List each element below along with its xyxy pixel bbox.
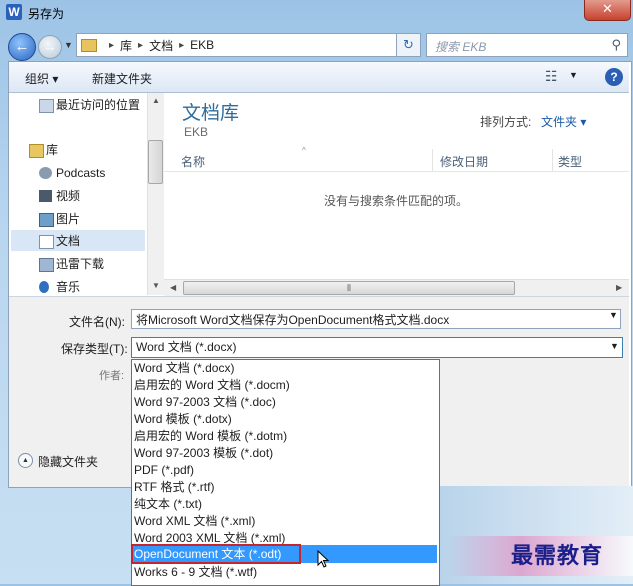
type-option[interactable]: Word XML 文档 (*.xml): [134, 513, 255, 530]
recent-pages-dropdown-icon[interactable]: ▼: [64, 40, 73, 50]
breadcrumb-separator-icon[interactable]: ▸: [109, 40, 114, 51]
sidebar-item-library[interactable]: 库: [29, 140, 59, 160]
nav-scrollbar[interactable]: ▲ ▼: [147, 93, 164, 295]
library-icon: [29, 144, 44, 158]
breadcrumb-separator-icon[interactable]: ▸: [138, 40, 143, 51]
search-icon[interactable]: ⚲: [611, 37, 621, 53]
author-label: 作者:: [99, 370, 125, 382]
back-button[interactable]: ←: [8, 33, 36, 61]
sidebar-item-label: 图片: [56, 212, 81, 226]
sidebar-item-label: Podcasts: [56, 166, 106, 180]
sidebar-item-label: 文档: [56, 234, 81, 248]
command-bar: 组织 ▾ 新建文件夹 ☷ ▼ ?: [9, 62, 629, 93]
sidebar-item-videos[interactable]: 视频: [39, 186, 81, 206]
search-placeholder: 搜索 EKB: [435, 40, 487, 54]
sidebar-item-pictures[interactable]: 图片: [39, 209, 81, 229]
column-divider[interactable]: [552, 149, 553, 171]
filename-label: 文件名(N):: [69, 315, 125, 329]
hide-folders-button[interactable]: ▲ 隐藏文件夹: [18, 453, 98, 470]
scroll-left-icon[interactable]: ◀: [170, 283, 176, 292]
hide-folders-label: 隐藏文件夹: [38, 455, 99, 469]
thunder-download-icon: [39, 258, 54, 272]
sidebar-item-label: 库: [46, 143, 59, 157]
library-title: 文档库: [182, 103, 240, 124]
save-type-dropdown-icon[interactable]: ▼: [610, 341, 619, 351]
type-option[interactable]: 启用宏的 Word 模板 (*.dotm): [134, 428, 287, 445]
sidebar-item-label: 视频: [56, 189, 81, 203]
breadcrumb-item[interactable]: 文档: [149, 37, 173, 54]
scroll-right-icon[interactable]: ▶: [616, 283, 622, 292]
column-divider[interactable]: [432, 149, 433, 171]
music-icon: [39, 281, 49, 293]
nav-scroll-thumb[interactable]: [148, 140, 163, 184]
search-input[interactable]: 搜索 EKB ⚲: [426, 33, 628, 57]
column-header-row: 名称 ^ 修改日期 类型: [164, 146, 629, 172]
breadcrumb-item[interactable]: 库: [120, 37, 132, 54]
view-options-icon[interactable]: ☷: [545, 68, 558, 85]
type-option[interactable]: Works 6 - 9 文档 (*.wtf): [134, 564, 257, 581]
refresh-button[interactable]: ↻: [396, 33, 421, 57]
type-option[interactable]: 纯文本 (*.txt): [134, 496, 202, 513]
podcast-icon: [39, 167, 52, 179]
type-option[interactable]: Word 文档 (*.docx): [134, 360, 234, 377]
empty-results-message: 没有与搜索条件匹配的项。: [324, 194, 469, 208]
save-type-select[interactable]: Word 文档 (*.docx): [131, 337, 623, 358]
video-icon: [39, 190, 52, 202]
type-option[interactable]: Word 97-2003 模板 (*.dot): [134, 445, 273, 462]
column-header-type[interactable]: 类型: [558, 153, 582, 170]
window-title: 另存为: [28, 7, 65, 21]
organize-button[interactable]: 组织 ▾: [25, 70, 58, 87]
column-header-name[interactable]: 名称: [181, 153, 205, 170]
scroll-up-icon[interactable]: ▲: [152, 96, 160, 105]
folder-icon: [81, 38, 97, 52]
filename-field[interactable]: 将Microsoft Word文档保存为OpenDocument格式文档.doc…: [131, 309, 621, 329]
type-option[interactable]: RTF 格式 (*.rtf): [134, 479, 214, 496]
word-app-icon: W: [6, 4, 22, 20]
scroll-down-icon[interactable]: ▼: [152, 281, 160, 290]
recent-places-icon: [39, 99, 54, 113]
arrange-by-dropdown[interactable]: 文件夹 ▾: [541, 113, 586, 130]
filename-dropdown-icon[interactable]: ▼: [609, 310, 618, 320]
sidebar-item-thunder-download[interactable]: 迅雷下载: [39, 254, 105, 274]
column-header-modified[interactable]: 修改日期: [440, 153, 488, 170]
documents-icon: [39, 235, 54, 249]
title-bar: W 另存为 ✕: [0, 0, 633, 26]
address-bar[interactable]: ▸ 库 ▸ 文档 ▸ EKB ▼: [76, 33, 421, 57]
breadcrumb-item[interactable]: EKB: [190, 38, 214, 52]
mouse-pointer-icon: [317, 550, 329, 568]
watermark-logo: 最需教育: [511, 543, 604, 569]
type-option[interactable]: PDF (*.pdf): [134, 462, 194, 479]
collapse-up-icon: ▲: [18, 453, 33, 468]
help-icon[interactable]: ?: [605, 68, 623, 86]
pictures-icon: [39, 213, 54, 227]
sidebar-item-label: 迅雷下载: [56, 257, 105, 271]
arrange-by-label: 排列方式:: [480, 115, 532, 129]
close-button[interactable]: ✕: [584, 0, 631, 21]
new-folder-button[interactable]: 新建文件夹: [92, 70, 152, 87]
sidebar-item-label: 最近访问的位置: [56, 98, 141, 112]
sidebar-item-podcasts[interactable]: Podcasts: [39, 163, 106, 183]
type-option[interactable]: 启用宏的 Word 文档 (*.docm): [134, 377, 290, 394]
type-option[interactable]: Word 模板 (*.dotx): [134, 411, 232, 428]
forward-button[interactable]: →: [38, 35, 62, 59]
annotation-highlight-box: [131, 544, 301, 564]
sidebar-item-music[interactable]: 音乐: [39, 277, 81, 297]
sort-ascending-icon: ^: [302, 146, 306, 155]
save-type-label: 保存类型(T):: [61, 342, 128, 356]
sidebar-item-label: 音乐: [56, 280, 81, 294]
type-option[interactable]: Word 97-2003 文档 (*.doc): [134, 394, 276, 411]
breadcrumb-separator-icon[interactable]: ▸: [179, 40, 184, 51]
sidebar-item-documents[interactable]: 文档: [39, 231, 81, 251]
view-dropdown-icon[interactable]: ▼: [569, 70, 578, 80]
sidebar-item-recent[interactable]: 最近访问的位置: [39, 95, 141, 115]
library-subtitle: EKB: [184, 125, 209, 139]
horizontal-scroll-thumb[interactable]: ⦀: [183, 281, 515, 295]
